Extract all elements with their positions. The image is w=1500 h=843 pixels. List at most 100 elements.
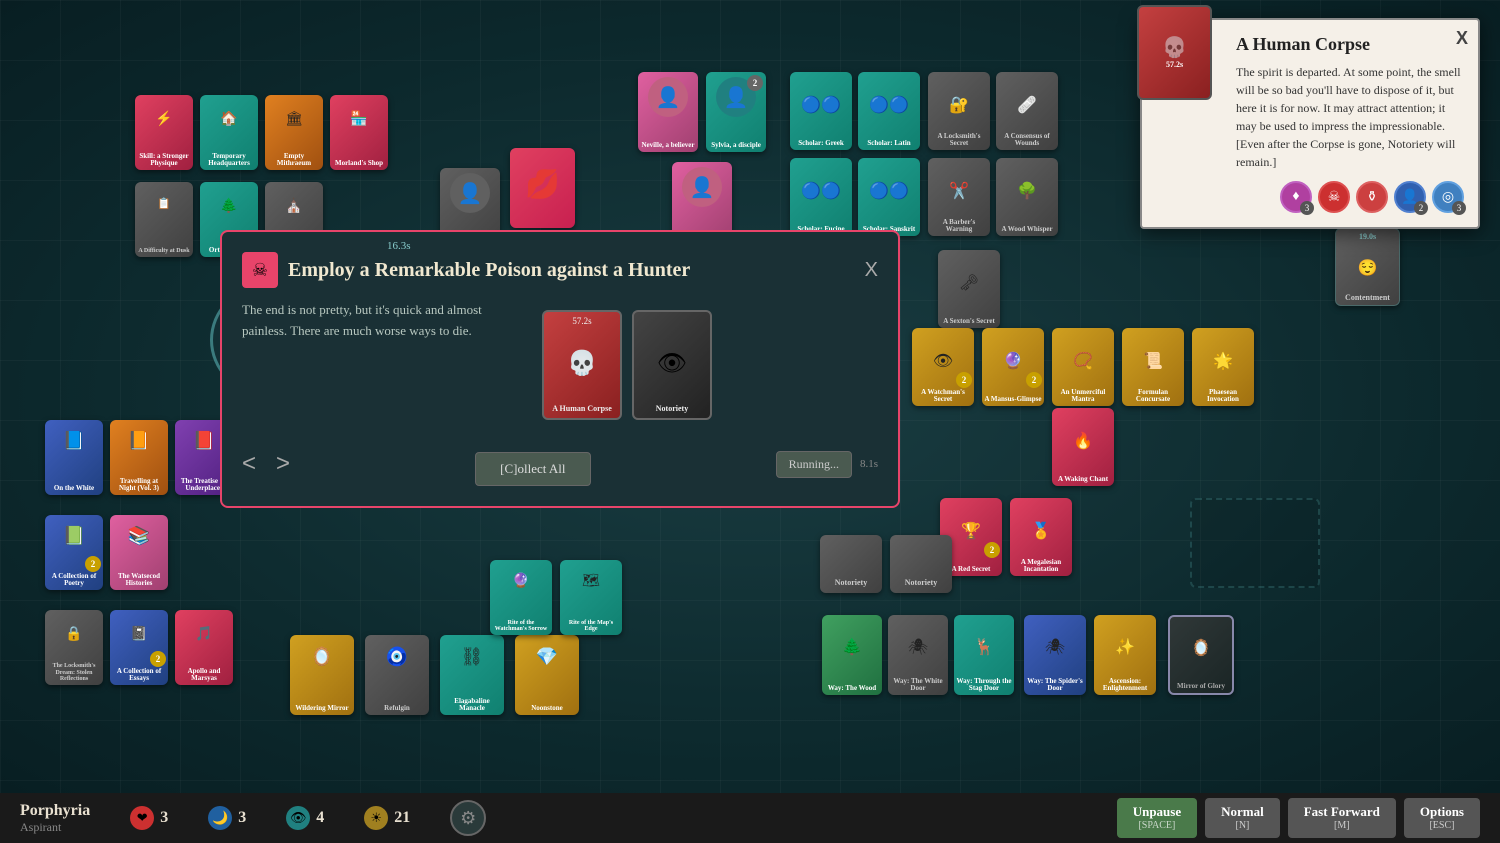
normal-button[interactable]: Normal [N]	[1205, 798, 1280, 838]
card-way-wood[interactable]: 🌲 Way: The Wood	[822, 615, 882, 695]
fastforward-label: Fast Forward	[1304, 804, 1380, 820]
unpause-label: Unpause	[1133, 804, 1181, 820]
card-neville-label: Neville, a believer	[638, 142, 698, 150]
card-locksmiths-secret[interactable]: 🔐 A Locksmith's Secret	[928, 72, 990, 150]
card-formulan[interactable]: 📜 Formulan Concursate	[1122, 328, 1184, 406]
tooltip-icon-skull: ☠	[1318, 181, 1350, 213]
card-way-spider[interactable]: 🕷 Way: The Spider's Door	[1024, 615, 1086, 695]
card-megalesian-label: A Megalesian Incantation	[1010, 559, 1072, 574]
card-difficult[interactable]: 📋 A Difficulty at Dusk	[135, 182, 193, 257]
modal-body: The end is not pretty, but it's quick an…	[242, 300, 522, 414]
card-morlands[interactable]: 🏪 Morland's Shop	[330, 95, 388, 170]
card-contentment[interactable]: 19.0s 😌 Contentment	[1335, 228, 1400, 306]
card-watsecod[interactable]: 📚 The Watsecod Histories	[110, 515, 168, 590]
options-key: [ESC]	[1429, 820, 1454, 832]
card-locksmiths-dream-label: The Locksmith's Dream: Stolen Reflection…	[45, 663, 103, 683]
card-scholar-latin-label: Scholar: Latin	[858, 140, 920, 148]
fastforward-button[interactable]: Fast Forward [M]	[1288, 798, 1396, 838]
tooltip-close-button[interactable]: X	[1456, 28, 1468, 49]
card-mansus-glimpse[interactable]: 🔮 A Mansus-Glimpse 2	[982, 328, 1044, 406]
tooltip-icon-circle-count: 3	[1452, 201, 1466, 215]
card-sextons-label: A Sexton's Secret	[938, 318, 1000, 326]
card-neville[interactable]: 👤 Neville, a believer	[638, 72, 698, 152]
modal-prev-button[interactable]: <	[242, 450, 256, 478]
card-travelling-label: Travelling at Night (Vol. 3)	[110, 478, 168, 493]
card-noonstone[interactable]: 💎 Noonstone	[515, 635, 579, 715]
card-mirror-glory[interactable]: 🪞 Mirror of Glory	[1168, 615, 1234, 695]
card-scholar-latin[interactable]: 🔵🔵 Scholar: Latin	[858, 72, 920, 150]
card-scholar-fucine[interactable]: 🔵🔵 Scholar: Fucine	[790, 158, 852, 236]
tooltip-panel: 💀 57.2s X A Human Corpse The spirit is d…	[1140, 18, 1480, 229]
card-mansus-badge: 2	[1026, 372, 1042, 388]
card-empty-mith[interactable]: 🏛 Empty Mithraeum	[265, 95, 323, 170]
bottom-buttons: Unpause [SPACE] Normal [N] Fast Forward …	[1117, 798, 1480, 838]
card-phaesean-label: Phaesean Invocation	[1192, 389, 1254, 404]
tooltip-icon-person: 👤 2	[1394, 181, 1426, 213]
card-refulgin[interactable]: 🧿 Refulgin	[365, 635, 429, 715]
modal-card-corpse[interactable]: 57.2s 💀 A Human Corpse	[542, 310, 622, 420]
card-ascension[interactable]: ✨ Ascension: Enlightenment	[1094, 615, 1156, 695]
modal-card-corpse-label: A Human Corpse	[544, 404, 620, 414]
card-apollo[interactable]: 🎵 Apollo and Marsyas	[175, 610, 233, 685]
card-mansus-glimpse-label: A Mansus-Glimpse	[982, 396, 1044, 404]
card-sylvia[interactable]: 👤 Sylvia, a disciple 2	[706, 72, 766, 152]
modal-header: ☠ Employ a Remarkable Poison against a H…	[242, 252, 878, 288]
card-unmerciful-mantra-label: An Unmerciful Mantra	[1052, 389, 1114, 404]
legacy-icon[interactable]: ⚙	[450, 800, 486, 836]
card-rite-edge[interactable]: 🗺 Rite of the Map's Edge	[560, 560, 622, 635]
card-formulan-label: Formulan Concursate	[1122, 389, 1184, 404]
modal-next-button[interactable]: >	[276, 450, 290, 478]
card-way-stag[interactable]: 🦌 Way: Through the Stag Door	[954, 615, 1014, 695]
tooltip-icon-circle: ◎ 3	[1432, 181, 1464, 213]
tooltip-title: A Human Corpse	[1236, 34, 1464, 55]
card-on-white-label: On the White	[45, 485, 103, 493]
card-rite-sorrow[interactable]: 🔮 Rite of the Watchman's Sorrow	[490, 560, 552, 635]
card-waking-chant[interactable]: 🔥 A Waking Chant	[1052, 408, 1114, 486]
card-scholar-sanskrit[interactable]: 🔵🔵 Scholar: Sanskrit	[858, 158, 920, 236]
card-elagabaline[interactable]: ⛓ Elagabaline Manacle	[440, 635, 504, 715]
card-rite-sorrow-label: Rite of the Watchman's Sorrow	[490, 620, 552, 633]
modal-collect-button[interactable]: [C]ollect All	[475, 452, 590, 486]
card-collection-poetry[interactable]: 📗 A Collection of Poetry 2	[45, 515, 103, 590]
modal-running-timer: 8.1s	[860, 458, 878, 470]
tooltip-body: The spirit is departed. At some point, t…	[1236, 63, 1464, 171]
card-notoriety1[interactable]: Notoriety	[820, 535, 882, 593]
card-megalesian[interactable]: 🏅 A Megalesian Incantation	[1010, 498, 1072, 576]
card-contentment-timer: 19.0s	[1336, 232, 1399, 241]
card-lips[interactable]: 💋	[510, 148, 575, 228]
card-collection-essays[interactable]: 📓 A Collection of Essays 2	[110, 610, 168, 685]
card-unmerciful-mantra[interactable]: 📿 An Unmerciful Mantra	[1052, 328, 1114, 406]
card-travelling[interactable]: 📙 Travelling at Night (Vol. 3)	[110, 420, 168, 495]
empty-slot	[1190, 498, 1320, 588]
tooltip-thumb-timer: 57.2s	[1162, 60, 1187, 70]
card-on-white[interactable]: 📘 On the White	[45, 420, 103, 495]
card-locksmiths-dream[interactable]: 🔒 The Locksmith's Dream: Stolen Reflecti…	[45, 610, 103, 685]
stat-health-icon: ❤	[130, 806, 154, 830]
tooltip-icons-row: ♦ 3 ☠ ⚱ 👤 2 ◎ 3	[1156, 181, 1464, 213]
card-scholar-greek[interactable]: 🔵🔵 Scholar: Greek	[790, 72, 852, 150]
card-consensus-wounds[interactable]: 🩹 A Consensus of Wounds	[996, 72, 1058, 150]
card-wildering[interactable]: 🪞 Wildering Mirror	[290, 635, 354, 715]
card-skill[interactable]: ⚡ Skill: a Stronger Physique	[135, 95, 193, 170]
player-name: Porphyria	[20, 802, 90, 820]
unpause-button[interactable]: Unpause [SPACE]	[1117, 798, 1197, 838]
modal-card-notoriety[interactable]: 👁 Notoriety	[632, 310, 712, 420]
bottom-bar: Porphyria Aspirant ❤ 3 🌙 3 👁 4 ☀ 21 ⚙ Un…	[0, 793, 1500, 843]
options-button[interactable]: Options [ESC]	[1404, 798, 1480, 838]
card-locksmiths-secret-label: A Locksmith's Secret	[928, 133, 990, 148]
card-phaesean[interactable]: 🌟 Phaesean Invocation	[1192, 328, 1254, 406]
card-sextons[interactable]: 🗝 A Sexton's Secret	[938, 250, 1000, 328]
card-notoriety2[interactable]: Notoriety	[890, 535, 952, 593]
card-way-white-label: Way: The White Door	[888, 678, 948, 693]
stat-passion-group: 🌙 3	[208, 806, 246, 830]
card-watchmans-secret[interactable]: 👁 A Watchman's Secret 2	[912, 328, 974, 406]
normal-label: Normal	[1221, 804, 1264, 820]
card-notoriety1-label: Notoriety	[820, 579, 882, 588]
card-wildering-label: Wildering Mirror	[290, 705, 354, 713]
card-temp-hq[interactable]: 🏠 Temporary Headquarters	[200, 95, 258, 170]
card-barbers-warning[interactable]: ✂️ A Barber's Warning	[928, 158, 990, 236]
card-way-white[interactable]: 🕷 Way: The White Door	[888, 615, 948, 695]
modal-close-button[interactable]: X	[865, 259, 878, 282]
card-wood-whisper[interactable]: 🌳 A Wood Whisper	[996, 158, 1058, 236]
stat-health-group: ❤ 3	[130, 806, 168, 830]
